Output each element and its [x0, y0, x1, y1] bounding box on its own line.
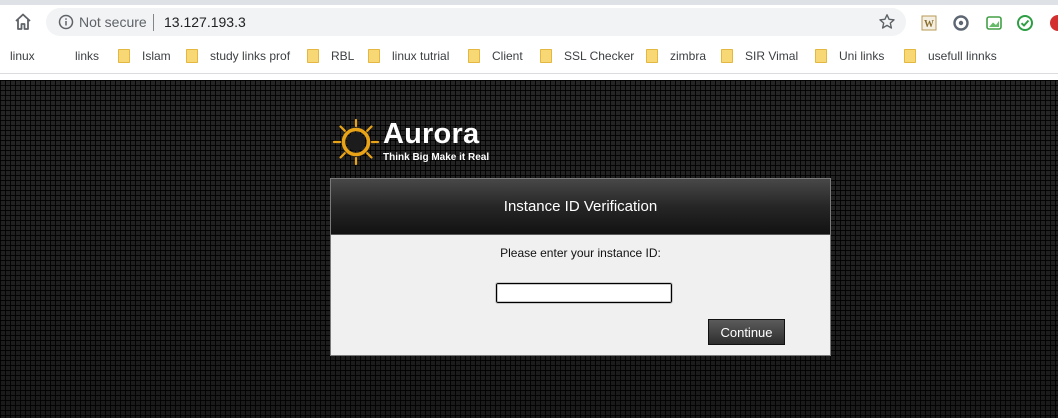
panel-header: Instance ID Verification — [331, 179, 830, 235]
address-bar[interactable]: Not secure 13.127.193.3 — [46, 8, 906, 36]
bookmark-label: RBL — [331, 49, 355, 63]
info-icon[interactable] — [58, 14, 74, 30]
w-extension-icon[interactable]: W — [920, 14, 938, 32]
home-button[interactable] — [12, 11, 34, 33]
bookmark-client[interactable]: Client — [468, 47, 523, 65]
browser-toolbar: Not secure 13.127.193.3 W — [0, 5, 1058, 39]
folder-icon — [368, 49, 380, 63]
bookmark-label: SSL Checker — [564, 49, 635, 63]
folder-icon — [646, 49, 658, 63]
bookmark-ssl-checker[interactable]: SSL Checker — [540, 47, 634, 65]
folder-icon — [118, 49, 130, 63]
bookmark-label: study links prof — [210, 49, 291, 63]
bookmark-star-icon[interactable] — [878, 13, 896, 31]
instance-id-prompt: Please enter your instance ID: — [500, 246, 661, 260]
bookmark-study-links-prof[interactable]: study links prof — [186, 47, 290, 65]
ab-extension-icon[interactable] — [1046, 14, 1058, 32]
verification-panel: Instance ID Verification Please enter yo… — [330, 178, 831, 356]
folder-icon — [307, 49, 319, 63]
image-extension-icon[interactable] — [985, 14, 1003, 32]
instance-id-input[interactable] — [495, 282, 673, 304]
bookmark-label: Client — [492, 49, 523, 63]
svg-text:W: W — [924, 19, 934, 30]
panel-body: Please enter your instance ID: Continue — [331, 235, 830, 355]
bookmark-rbl[interactable]: RBL — [307, 47, 354, 65]
check-extension-icon[interactable] — [1016, 14, 1034, 32]
folder-icon — [721, 49, 733, 63]
bookmark-sir-vimal[interactable]: SIR Vimal — [721, 47, 798, 65]
bookmark-links[interactable]: links — [75, 47, 99, 65]
folder-icon — [540, 49, 552, 63]
bookmark-label: linux — [10, 49, 35, 63]
circle-extension-icon[interactable] — [952, 14, 970, 32]
url-text[interactable]: 13.127.193.3 — [164, 14, 246, 30]
bookmark-islam[interactable]: Islam — [118, 47, 171, 65]
bookmark-label: linux tutrial — [392, 49, 450, 63]
sun-logo-icon — [332, 118, 380, 166]
bookmark-uni-links[interactable]: Uni links — [815, 47, 884, 65]
panel-title: Instance ID Verification — [503, 198, 658, 215]
bookmark-label: usefull linnks — [928, 49, 997, 63]
bookmark-label: zimbra — [670, 49, 707, 63]
home-icon — [15, 13, 31, 30]
bookmark-linux-tutrial[interactable]: linux tutrial — [368, 47, 449, 65]
folder-icon — [186, 49, 198, 63]
folder-icon — [468, 49, 480, 63]
bookmark-usefull-linnks[interactable]: usefull linnks — [904, 47, 997, 65]
bookmark-label: SIR Vimal — [745, 49, 799, 63]
bookmark-label: Islam — [142, 49, 171, 63]
folder-icon — [815, 49, 827, 63]
logo-tagline: Think Big Make it Real — [383, 152, 490, 163]
bookmark-linux[interactable]: linux — [10, 47, 35, 65]
address-divider — [153, 14, 154, 31]
continue-button[interactable]: Continue — [708, 319, 785, 345]
aurora-logo: Aurora Think Big Make it Real — [332, 118, 502, 168]
bookmark-label: Uni links — [839, 49, 885, 63]
security-label[interactable]: Not secure — [79, 14, 147, 30]
bookmark-zimbra[interactable]: zimbra — [646, 47, 706, 65]
folder-icon — [904, 49, 916, 63]
bookmarks-bar: linux links Islam study links prof RBL l… — [0, 39, 1058, 74]
logo-name: Aurora — [383, 118, 480, 150]
bookmark-label: links — [75, 49, 100, 63]
